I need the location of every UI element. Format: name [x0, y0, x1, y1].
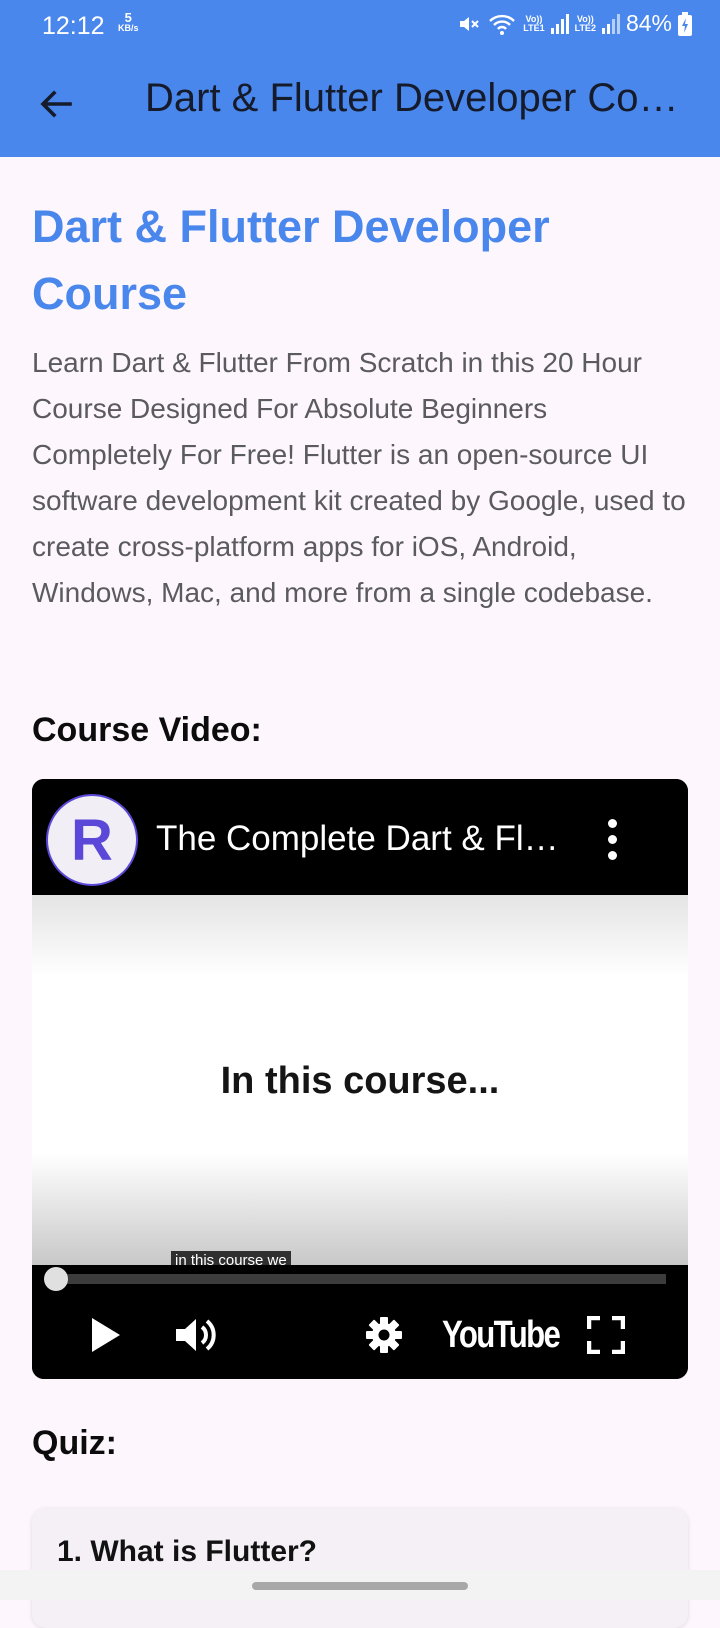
- play-button[interactable]: [80, 1309, 132, 1361]
- fullscreen-icon: [587, 1316, 625, 1354]
- dot-icon: [607, 818, 617, 828]
- more-options-button[interactable]: [588, 809, 636, 869]
- channel-avatar[interactable]: R: [46, 794, 138, 886]
- youtube-logo: YouTube: [442, 1313, 561, 1356]
- progress-bar[interactable]: [56, 1274, 666, 1284]
- status-time: 12:12: [42, 12, 105, 40]
- quiz-question-text: 1. What is Flutter?: [57, 1535, 318, 1568]
- wifi-icon: [489, 14, 516, 35]
- back-button[interactable]: [30, 78, 82, 130]
- youtube-logo-button[interactable]: YouTube: [442, 1309, 572, 1361]
- battery-charging-icon: [678, 11, 692, 36]
- progress-scrubber[interactable]: [44, 1267, 68, 1291]
- sim1-label: Vo)) LTE1: [523, 14, 545, 33]
- course-title: Dart & Flutter Developer Course: [32, 201, 550, 319]
- network-speed: 5 KB/s: [118, 10, 139, 34]
- network-speed-unit: KB/s: [118, 23, 139, 33]
- fullscreen-button[interactable]: [580, 1309, 632, 1361]
- video-title[interactable]: The Complete Dart & Flutter Developer Co…: [156, 819, 566, 859]
- volume-button[interactable]: [168, 1309, 224, 1361]
- dot-icon: [607, 834, 617, 844]
- home-gesture-handle[interactable]: [252, 1582, 468, 1590]
- sim2-label: Vo)) LTE2: [574, 14, 596, 33]
- sim1-lte: LTE1: [523, 22, 545, 33]
- battery-percent: 84%: [625, 10, 672, 36]
- signal-sim2-icon: [601, 13, 620, 34]
- volume-icon: [176, 1319, 216, 1351]
- gear-icon: [366, 1317, 402, 1353]
- toolbar-title: Dart & Flutter Developer Course: [145, 76, 685, 120]
- arrow-left-icon: [40, 90, 72, 118]
- video-frame[interactable]: In this course... in this course we: [32, 895, 688, 1270]
- video-player[interactable]: R The Complete Dart & Flutter Developer …: [32, 779, 688, 1379]
- app-bar: 12:12 5 KB/s Vo)) LTE1 Vo)) LTE2 84% Dar…: [0, 0, 720, 157]
- quiz-question-card[interactable]: 1. What is Flutter?: [32, 1508, 688, 1628]
- video-header: R The Complete Dart & Flutter Developer …: [32, 779, 688, 895]
- quiz-label: Quiz:: [32, 1424, 117, 1462]
- settings-button[interactable]: [358, 1309, 410, 1361]
- dot-icon: [607, 850, 617, 860]
- video-frame-text: In this course...: [220, 1060, 500, 1102]
- course-description: Learn Dart & Flutter From Scratch in thi…: [32, 347, 686, 608]
- mute-icon: [460, 16, 479, 31]
- status-icons: Vo)) LTE1 Vo)) LTE2 84%: [457, 10, 692, 37]
- toolbar: Dart & Flutter Developer Course: [0, 60, 720, 157]
- video-controls: YouTube: [32, 1265, 688, 1379]
- system-nav-bar: [0, 1570, 720, 1600]
- sim2-lte: LTE2: [574, 22, 596, 33]
- signal-sim1-icon: [550, 13, 569, 34]
- course-video-label: Course Video:: [32, 711, 262, 749]
- network-speed-value: 5: [124, 10, 132, 25]
- status-bar: 12:12 5 KB/s Vo)) LTE1 Vo)) LTE2 84%: [0, 0, 720, 52]
- play-icon: [92, 1318, 120, 1352]
